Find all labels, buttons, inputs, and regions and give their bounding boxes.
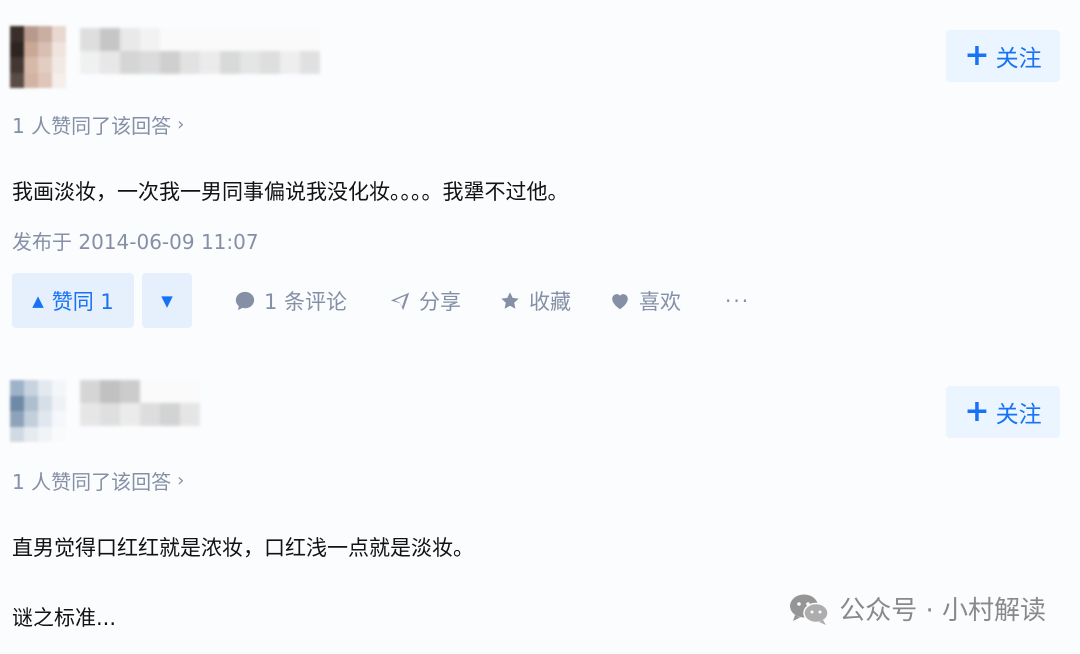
comment-label: 1 条评论 — [264, 289, 348, 314]
action-bar: ▲ 赞同 1 ▼ 1 条评论 分享 收藏 喜欢 ··· — [12, 273, 750, 328]
like-label: 喜欢 — [639, 289, 682, 314]
chevron-right-icon: › — [177, 114, 185, 135]
triangle-down-icon: ▼ — [161, 291, 173, 310]
answer-item: + 关注 1 人赞同了该回答 › 我画淡妆，一次我一男同事偏说我没化妆。。。。我… — [0, 0, 1080, 340]
collect-button[interactable]: 收藏 — [499, 286, 571, 316]
watermark: 公众号 · 小村解读 — [789, 590, 1046, 627]
like-button[interactable]: 喜欢 — [609, 286, 681, 316]
follow-button[interactable]: + 关注 — [946, 386, 1060, 438]
share-label: 分享 — [419, 289, 462, 314]
username[interactable] — [80, 28, 320, 74]
answer-content-continued: 谜之标准... — [12, 606, 117, 630]
agree-count-link[interactable]: 1 人赞同了该回答 › — [12, 466, 184, 495]
triangle-up-icon: ▲ — [32, 291, 44, 310]
answer-content: 直男觉得口红红就是浓妆，口红浅一点就是淡妆。 — [12, 536, 474, 560]
vote-down-button[interactable]: ▼ — [142, 273, 192, 328]
star-icon — [501, 291, 519, 309]
follow-label: 关注 — [995, 46, 1042, 72]
plus-icon: + — [964, 38, 990, 73]
vote-up-button[interactable]: ▲ 赞同 1 — [12, 273, 134, 328]
agree-count-link[interactable]: 1 人赞同了该回答 › — [12, 110, 184, 139]
comment-bubble-icon — [235, 291, 255, 310]
avatar[interactable] — [10, 26, 66, 88]
follow-button[interactable]: + 关注 — [946, 30, 1060, 82]
more-options-button[interactable]: ··· — [725, 289, 750, 313]
username[interactable] — [80, 380, 200, 426]
paper-plane-icon — [390, 292, 410, 310]
heart-icon — [612, 293, 628, 309]
wechat-icon — [790, 594, 829, 625]
avatar[interactable] — [10, 380, 66, 442]
publish-time: 发布于 2014-06-09 11:07 — [12, 230, 259, 254]
share-button[interactable]: 分享 — [389, 286, 461, 316]
vote-up-label: 赞同 1 — [51, 289, 114, 314]
chevron-right-icon: › — [177, 470, 185, 491]
comment-button[interactable]: 1 条评论 — [234, 286, 347, 316]
answer-content: 我画淡妆，一次我一男同事偏说我没化妆。。。。我犟不过他。 — [12, 180, 569, 204]
collect-label: 收藏 — [529, 289, 572, 314]
watermark-text: 公众号 · 小村解读 — [839, 596, 1046, 626]
agree-count-text: 1 人赞同了该回答 — [12, 470, 172, 494]
follow-label: 关注 — [995, 402, 1042, 428]
agree-count-text: 1 人赞同了该回答 — [12, 114, 172, 138]
plus-icon: + — [964, 394, 990, 429]
